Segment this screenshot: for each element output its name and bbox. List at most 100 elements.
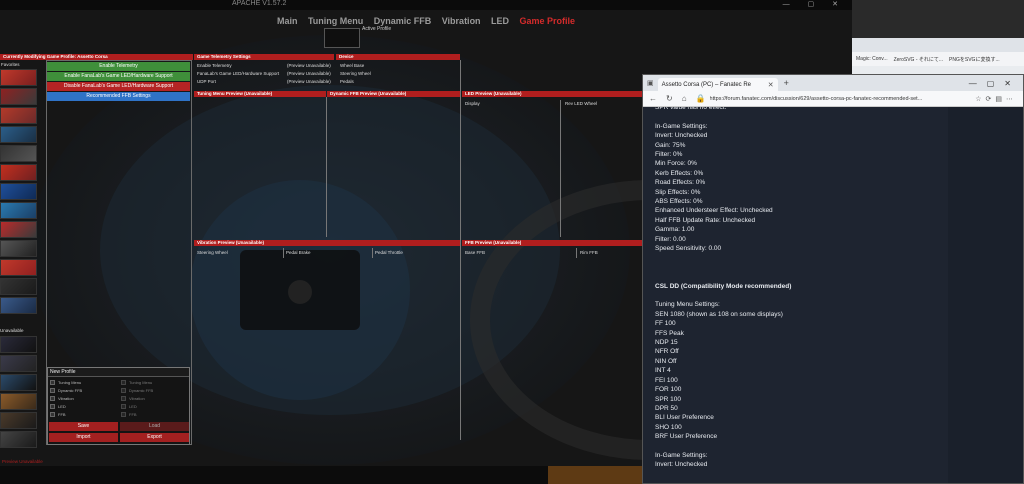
browser-tabbar: ▣ Assetto Corsa (PC) – Fanatec Re ✕ + —▢…: [643, 75, 1023, 91]
game-tile[interactable]: [0, 88, 37, 105]
option-row[interactable]: LED: [121, 404, 137, 409]
post-line: SEN 1080 (shown as 108 on some displays): [655, 310, 783, 318]
post-line: Slip Effects: 0%: [655, 188, 701, 196]
post-line: Invert: Unchecked: [655, 461, 708, 469]
bookmark-item[interactable]: Magic: Conv...: [856, 56, 888, 62]
checkbox[interactable]: [121, 404, 126, 409]
save-button[interactable]: Save: [49, 422, 118, 431]
option-row[interactable]: LED: [50, 404, 66, 409]
active-profile-box[interactable]: [324, 28, 360, 48]
divider: [283, 248, 284, 258]
game-tile[interactable]: [0, 183, 37, 200]
browser-tab[interactable]: Assetto Corsa (PC) – Fanatec Re ✕: [657, 78, 778, 91]
option-row[interactable]: Dynamic FFB: [50, 388, 82, 393]
game-tile[interactable]: [0, 336, 37, 353]
home-icon[interactable]: ⌂: [682, 94, 687, 103]
telemetry-row-value[interactable]: (Preview Unavailable): [287, 79, 331, 84]
bookmark-item[interactable]: ZeroSVG - それにて...: [894, 56, 943, 63]
post-line: In-Game Settings:: [655, 451, 708, 459]
post-line: DPR 50: [655, 404, 678, 412]
checkbox[interactable]: [121, 396, 126, 401]
game-tile[interactable]: [0, 240, 37, 257]
telemetry-row-value[interactable]: (Preview Unavailable): [287, 63, 331, 68]
game-tile[interactable]: [0, 431, 37, 448]
post-line: [655, 272, 948, 281]
load-button[interactable]: Load: [120, 422, 189, 431]
checkbox[interactable]: [121, 412, 126, 417]
game-tile[interactable]: [0, 107, 37, 124]
game-tile[interactable]: [0, 259, 37, 276]
divider: [460, 60, 461, 440]
game-tile[interactable]: [0, 69, 37, 86]
option-row[interactable]: Dynamic FFB: [121, 388, 153, 393]
enable-telemetry-button[interactable]: Enable Telemetry: [47, 62, 190, 71]
post-line: Half FFB Update Rate: Unchecked: [655, 216, 756, 224]
browser-toolbar-icons[interactable]: ☆⟳▤⋯: [975, 95, 1017, 103]
export-button[interactable]: Export: [120, 433, 189, 442]
ffb-preview-header: FFB Preview (Unavailable): [462, 240, 642, 246]
checkbox[interactable]: [121, 380, 126, 385]
telemetry-row-value[interactable]: (Preview Unavailable): [287, 71, 331, 76]
nav-game-profile[interactable]: Game Profile: [519, 16, 575, 26]
nav-main[interactable]: Main: [277, 16, 298, 26]
disable-led-support-button[interactable]: Disable FanaLab's Game LED/Hardware Supp…: [47, 82, 190, 91]
dynamic-ffb-preview-header: Dynamic FFB Preview (Unavailable): [327, 91, 460, 97]
option-row[interactable]: Vibration: [121, 396, 145, 401]
game-tile[interactable]: [0, 393, 37, 410]
checkbox[interactable]: [50, 380, 55, 385]
top-navigation: Main Tuning Menu Dynamic FFB Vibration L…: [0, 11, 852, 26]
tab-title: Assetto Corsa (PC) – Fanatec Re: [661, 81, 751, 88]
browser-window-controls[interactable]: —▢✕: [969, 79, 1023, 88]
game-tile[interactable]: [0, 221, 37, 238]
game-tile[interactable]: [0, 355, 37, 372]
game-tile[interactable]: [0, 126, 37, 143]
game-tile[interactable]: [0, 202, 37, 219]
post-line: Gain: 75%: [655, 141, 686, 149]
post-line: Speed Sensitivity: 0.00: [655, 245, 722, 253]
device-row: Steering Wheel: [340, 71, 371, 76]
tab-actions-icon[interactable]: ▣: [647, 79, 654, 87]
option-row[interactable]: Tuning Menu: [50, 380, 81, 385]
game-tile[interactable]: [0, 297, 37, 314]
led-rev-label: Rev LED Wheel: [565, 101, 598, 106]
new-tab-icon[interactable]: +: [784, 78, 789, 88]
import-button[interactable]: Import: [49, 433, 118, 442]
option-row[interactable]: Vibration: [50, 396, 74, 401]
post-line: [655, 291, 948, 300]
game-tile[interactable]: [0, 374, 37, 391]
bookmark-item[interactable]: PNGをSVGに変換す...: [949, 56, 1000, 63]
option-label: Vibration: [129, 396, 145, 401]
recommended-ffb-button[interactable]: Recommended FFB Settings: [47, 92, 190, 101]
checkbox[interactable]: [50, 404, 55, 409]
nav-tuning-menu[interactable]: Tuning Menu: [308, 16, 363, 26]
checkbox[interactable]: [121, 388, 126, 393]
game-tile[interactable]: [0, 164, 37, 181]
refresh-icon[interactable]: ↻: [666, 94, 673, 103]
option-row[interactable]: FFB: [50, 412, 66, 417]
divider: [560, 100, 561, 237]
checkbox[interactable]: [50, 396, 55, 401]
checkbox[interactable]: [50, 412, 55, 417]
post-line: BRF User Preference: [655, 433, 718, 441]
post-line: FOR 100: [655, 386, 682, 394]
option-label: Vibration: [58, 396, 74, 401]
game-tile[interactable]: [0, 412, 37, 429]
window-controls[interactable]: — ▢ ✕: [783, 0, 846, 8]
nav-dynamic-ffb[interactable]: Dynamic FFB: [374, 16, 432, 26]
post-line: CSL DD (Compatibility Mode recommended): [655, 282, 792, 290]
enable-led-support-button[interactable]: Enable FanaLab's Game LED/Hardware Suppo…: [47, 72, 190, 81]
url-field[interactable]: https://forum.fanatec.com/discussion/629…: [710, 96, 950, 102]
nav-vibration[interactable]: Vibration: [442, 16, 481, 26]
option-row[interactable]: FFB: [121, 412, 137, 417]
game-tile[interactable]: [0, 145, 37, 162]
option-label: LED: [58, 404, 66, 409]
option-label: Tuning Menu: [58, 380, 82, 385]
post-line: FEI 100: [655, 376, 678, 384]
tab-close-icon[interactable]: ✕: [768, 81, 774, 89]
nav-led[interactable]: LED: [491, 16, 509, 26]
post-line: In-Game Settings:: [655, 122, 708, 130]
option-row[interactable]: Tuning Menu: [121, 380, 152, 385]
game-tile[interactable]: [0, 278, 37, 295]
checkbox[interactable]: [50, 388, 55, 393]
back-icon[interactable]: ←: [649, 94, 657, 103]
